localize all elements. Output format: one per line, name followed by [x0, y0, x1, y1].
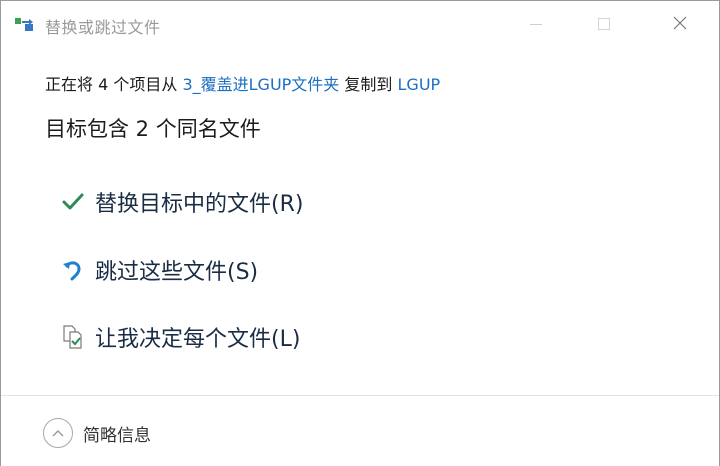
minimize-icon: [530, 23, 542, 25]
compare-files-icon: [59, 324, 87, 350]
replace-files-label: 替换目标中的文件(R): [95, 192, 304, 217]
chevron-up-icon: [43, 418, 73, 448]
minimize-button[interactable]: [513, 1, 559, 47]
dialog-footer: 简略信息: [1, 395, 719, 466]
file-transfer-icon: [15, 16, 37, 32]
fewer-details-toggle[interactable]: 简略信息: [43, 417, 151, 449]
decide-each-file-label: 让我决定每个文件(L): [95, 327, 301, 352]
fewer-details-label: 简略信息: [83, 425, 151, 446]
decide-each-file-option[interactable]: 让我决定每个文件(L): [59, 319, 300, 355]
close-button[interactable]: [657, 1, 703, 47]
destination-folder-link[interactable]: LGUP: [398, 75, 441, 94]
copy-status-text: 正在将 4 个项目从 3_覆盖进LGUP文件夹 复制到 LGUP: [45, 71, 440, 95]
replace-or-skip-dialog: 替换或跳过文件 正在将 4 个项目从 3_覆盖进LGUP文件夹 复制到 LGUP…: [0, 0, 720, 466]
skip-files-label: 跳过这些文件(S): [95, 260, 259, 285]
source-folder-link[interactable]: 3_覆盖进LGUP文件夹: [182, 75, 339, 94]
copy-middle-text: 复制到: [339, 75, 398, 94]
check-icon: [59, 189, 87, 215]
maximize-icon: [598, 18, 610, 30]
title-bar[interactable]: 替换或跳过文件: [1, 1, 719, 47]
maximize-button[interactable]: [581, 1, 627, 47]
window-title: 替换或跳过文件: [45, 18, 161, 37]
replace-files-option[interactable]: 替换目标中的文件(R): [59, 184, 303, 220]
skip-arrow-icon: [59, 257, 87, 283]
skip-files-option[interactable]: 跳过这些文件(S): [59, 252, 258, 288]
close-icon: [673, 15, 687, 34]
copy-prefix-text: 正在将 4 个项目从: [45, 75, 183, 94]
conflict-heading: 目标包含 2 个同名文件: [45, 117, 261, 141]
